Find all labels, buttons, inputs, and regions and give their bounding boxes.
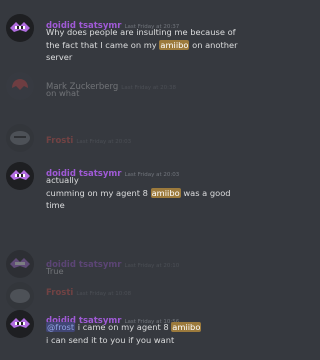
search-highlight: amiibo — [171, 322, 202, 332]
avatar[interactable] — [6, 310, 34, 338]
user-mention[interactable]: @frost — [46, 322, 76, 332]
text-fragment: on another — [189, 39, 238, 50]
avatar[interactable] — [6, 162, 34, 190]
avatar[interactable] — [6, 282, 34, 310]
text-fragment: was a good — [180, 187, 231, 198]
message-line: Why does people are insulting me because… — [46, 27, 236, 37]
message-line: actually — [46, 175, 79, 185]
timestamp: Last Friday at 20:03 — [76, 139, 132, 145]
message-header: Frosti Last Friday at 20:03 — [46, 128, 131, 147]
avatar[interactable] — [6, 14, 34, 42]
message-text: Why does people are insulting me because… — [46, 26, 240, 64]
search-highlight: amiibo — [150, 187, 181, 198]
username[interactable]: Frosti — [46, 288, 73, 298]
message-header: Frosti Last Friday at 10:08 — [46, 280, 131, 299]
message-line: time — [46, 200, 65, 210]
text-fragment: the fact that I came on my — [46, 39, 160, 50]
username[interactable]: Frosti — [46, 136, 73, 146]
text-fragment: cumming on my agent 8 — [46, 187, 151, 198]
chat-log: doidid tsatsymr Last Friday at 20:37 Why … — [0, 0, 244, 360]
message-text: on what — [46, 88, 80, 98]
message-line: i can send it to you if you want — [46, 334, 175, 345]
timestamp: Last Friday at 10:08 — [76, 291, 132, 297]
avatar[interactable] — [6, 124, 34, 152]
message-line: the fact that I came on my amiibo on ano… — [46, 39, 240, 52]
message-line: @frost i came on my agent 8 amiibo — [46, 321, 240, 334]
message-line: cumming on my agent 8 amiibo was a good — [46, 187, 240, 200]
text-fragment: i came on my agent 8 — [75, 322, 172, 332]
message-text: actually cumming on my agent 8 amiibo wa… — [46, 174, 240, 212]
avatar[interactable] — [6, 72, 34, 100]
message-text: True — [46, 266, 64, 276]
message-text: @frost i came on my agent 8 amiibo i can… — [46, 321, 240, 346]
message-line: server — [46, 52, 73, 62]
search-highlight: amiibo — [159, 39, 190, 50]
avatar[interactable] — [6, 250, 34, 278]
